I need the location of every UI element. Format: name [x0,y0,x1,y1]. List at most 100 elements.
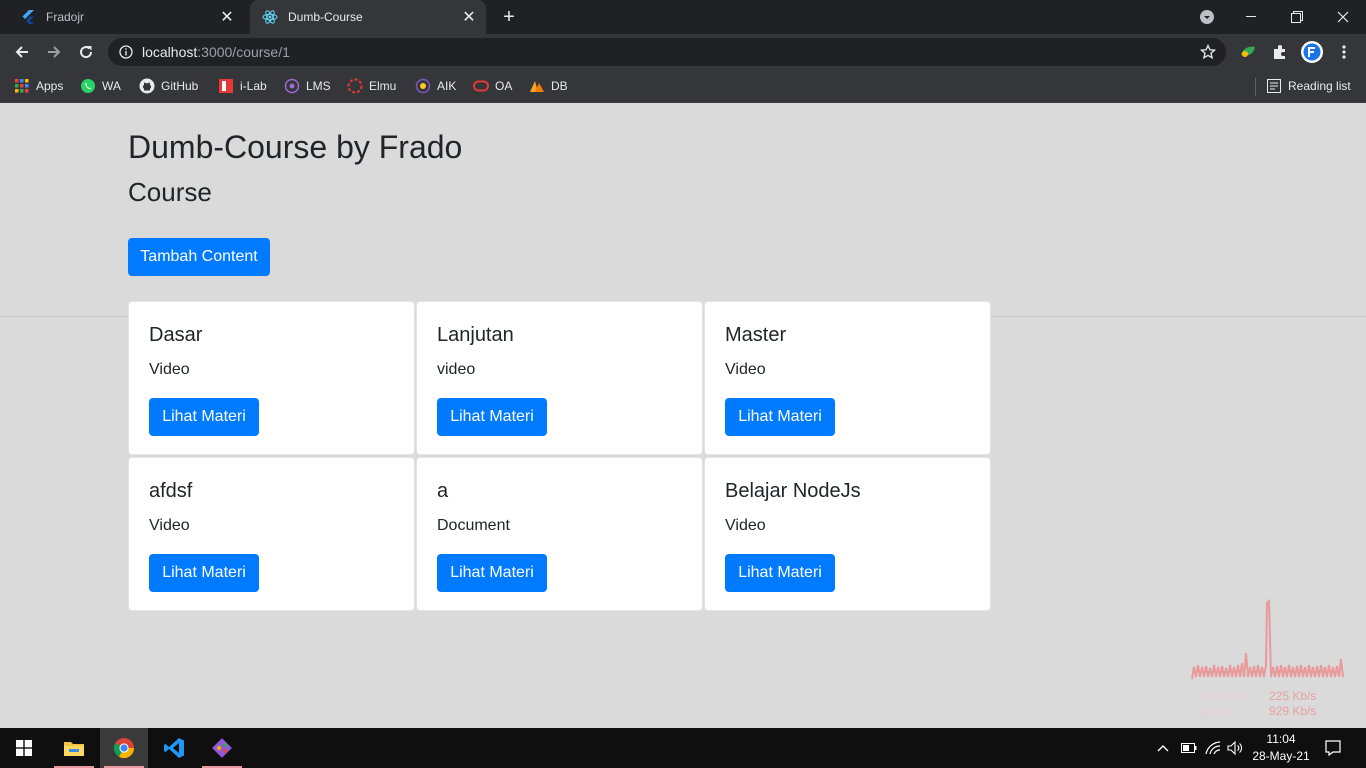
bookmark-label: AIK [437,79,457,93]
bookmark-label: WA [102,79,121,93]
bookmark-oa[interactable]: OA [473,76,512,96]
new-tab-button[interactable]: + [496,5,522,29]
show-hidden-icons-button[interactable] [1154,728,1172,768]
minimize-icon [1246,16,1256,17]
address-bar[interactable]: localhost:3000/course/1 [108,38,1226,66]
bookmark-ilab[interactable]: i-Lab [218,76,267,96]
vscode-icon [164,738,184,758]
taskbar-chrome[interactable] [100,728,148,768]
lihat-materi-button[interactable]: Lihat Materi [725,398,835,436]
card-title: Master [725,324,787,346]
info-icon[interactable] [118,44,134,60]
lihat-materi-button[interactable]: Lihat Materi [149,398,259,436]
start-button[interactable] [0,728,48,768]
lihat-materi-button[interactable]: Lihat Materi [437,398,547,436]
bookmark-label: LMS [306,79,331,93]
taskbar-file-explorer[interactable] [50,728,98,768]
bookmark-star-icon[interactable] [1200,44,1216,60]
download-rate: 225 Kb/s [1269,689,1317,703]
browser-toolbar: localhost:3000/course/1 [0,34,1366,70]
card-title: afdsf [149,480,193,502]
wifi-icon [1205,741,1221,755]
bookmark-apps[interactable]: Apps [14,76,63,96]
tab-dumb-course[interactable]: Dumb-Course ✕ [250,0,486,34]
forward-button[interactable] [40,38,68,66]
lihat-materi-button[interactable]: Lihat Materi [725,554,835,592]
tambah-content-button[interactable]: Tambah Content [128,238,270,276]
volume-button[interactable] [1224,728,1246,768]
bookmark-elmu[interactable]: Elmu [347,76,396,96]
extension-button[interactable] [1234,38,1262,66]
tab-search-button[interactable] [1192,0,1222,34]
menu-button[interactable] [1330,38,1358,66]
reload-button[interactable] [72,38,100,66]
course-card: Dasar Video Lihat Materi [128,301,415,455]
url-text[interactable]: localhost:3000/course/1 [142,44,290,60]
whatsapp-icon [80,78,96,94]
upload-label: Upload [1195,704,1234,718]
card-type: video [437,361,476,378]
action-center-button[interactable] [1320,728,1346,768]
profile-button[interactable] [1298,38,1326,66]
oa-icon [473,78,489,94]
course-card: Master Video Lihat Materi [704,301,991,455]
close-icon[interactable]: ✕ [458,6,480,28]
bookmark-lms[interactable]: LMS [284,76,331,96]
close-icon [1337,11,1349,23]
more-vert-icon [1342,45,1346,59]
clock-time: 11:04 [1266,732,1296,746]
card-type: Document [437,517,510,534]
reload-icon [80,46,93,59]
upload-rate: 929 Kb/s [1269,704,1317,718]
github-icon [139,78,155,94]
lihat-materi-button[interactable]: Lihat Materi [149,554,259,592]
arrow-right-icon [48,46,61,58]
course-card: a Document Lihat Materi [416,457,703,611]
bookmark-github[interactable]: GitHub [139,76,198,96]
close-window-button[interactable] [1320,0,1366,34]
page-title: Dumb-Course by Frado [128,129,463,165]
extension-leaf-icon [1241,46,1255,57]
card-type: Video [725,517,766,534]
git-icon [212,738,232,758]
puzzle-icon [1274,45,1285,59]
bookmark-aik[interactable]: AIK [415,76,456,96]
course-card: Lanjutan video Lihat Materi [416,301,703,455]
notification-icon [1325,740,1341,756]
back-button[interactable] [8,38,36,66]
battery-button[interactable] [1178,728,1200,768]
page-subtitle: Course [128,177,212,207]
apps-grid-icon [14,78,30,94]
taskbar-clock[interactable]: 11:04 28-May-21 [1244,731,1318,765]
network-traffic-graph [1191,598,1344,680]
reading-list-button[interactable]: Reading list [1266,76,1351,96]
network-button[interactable] [1202,728,1224,768]
url-host: localhost [142,44,198,60]
card-title: Belajar NodeJs [725,480,861,502]
react-icon [262,9,278,25]
restore-button[interactable] [1274,0,1320,34]
card-title: Lanjutan [437,324,514,346]
bookmark-label: GitHub [161,79,199,93]
taskbar-git[interactable] [198,728,246,768]
download-label: Download [1195,689,1249,703]
bookmark-label: OA [495,79,513,93]
elmu-icon [347,78,363,94]
bookmark-wa[interactable]: WA [80,76,121,96]
bookmark-label: Apps [36,79,64,93]
chevron-down-icon [1200,10,1214,24]
file-explorer-icon [64,742,84,756]
extensions-button[interactable] [1266,38,1294,66]
windows-logo-icon [16,740,32,756]
ilab-icon [218,78,234,94]
course-card: afdsf Video Lihat Materi [128,457,415,611]
close-icon[interactable]: ✕ [216,6,238,28]
lihat-materi-button[interactable]: Lihat Materi [437,554,547,592]
flutter-icon [20,9,36,25]
page-content: Dumb-Course by Frado Course Tambah Conte… [0,103,1366,728]
minimize-button[interactable] [1228,0,1274,34]
url-path: :3000/course/1 [197,44,290,60]
bookmark-db[interactable]: DB [529,76,568,96]
taskbar-vscode[interactable] [150,728,198,768]
tab-fradojr[interactable]: Fradojr ✕ [8,0,244,34]
